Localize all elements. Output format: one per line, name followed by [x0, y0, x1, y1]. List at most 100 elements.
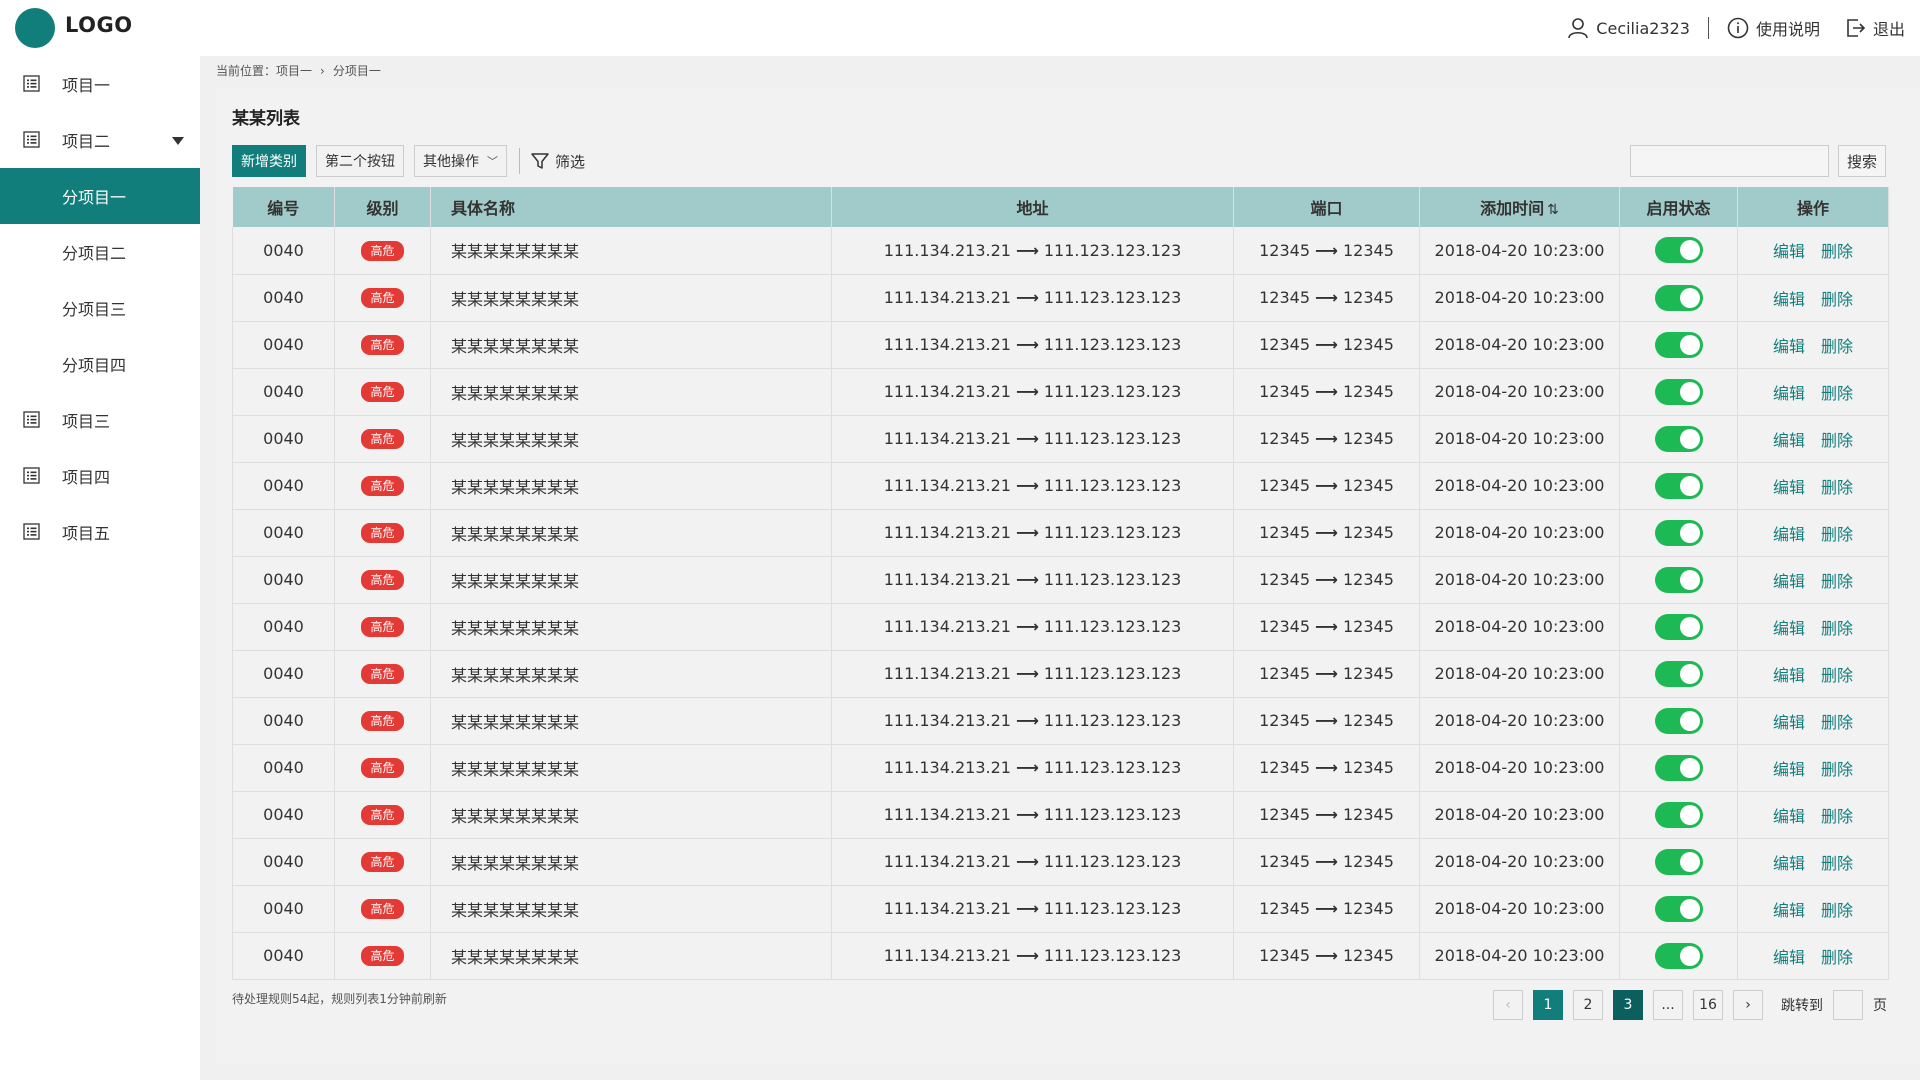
username: Cecilia2323	[1596, 18, 1690, 38]
address-from: 111.134.213.21	[883, 240, 1011, 260]
edit-link[interactable]: 编辑	[1773, 384, 1805, 403]
cell-actions: 编辑 删除	[1737, 368, 1889, 416]
cell-id: 0040	[232, 274, 335, 322]
edit-link[interactable]: 编辑	[1773, 478, 1805, 497]
edit-link[interactable]: 编辑	[1773, 242, 1805, 261]
enable-toggle[interactable]	[1654, 566, 1703, 593]
delete-link[interactable]: 删除	[1821, 807, 1853, 826]
delete-link[interactable]: 删除	[1821, 431, 1853, 450]
sidebar-subitem-3[interactable]: 分项目三	[0, 280, 200, 336]
logout-link[interactable]: 退出	[1844, 16, 1905, 40]
cell-time: 2018-04-20 10:23:00	[1419, 274, 1620, 322]
sidebar-subitem-4[interactable]: 分项目四	[0, 336, 200, 392]
filter-button[interactable]: 筛选	[530, 151, 585, 172]
edit-link[interactable]: 编辑	[1773, 290, 1805, 309]
next-page-button[interactable]: ›	[1733, 990, 1763, 1020]
edit-link[interactable]: 编辑	[1773, 854, 1805, 873]
sidebar-item-project-4[interactable]: 项目四	[0, 448, 200, 504]
enable-toggle[interactable]	[1654, 331, 1703, 358]
page-button[interactable]: 2	[1573, 990, 1603, 1020]
edit-link[interactable]: 编辑	[1773, 525, 1805, 544]
page-ellipsis[interactable]: ...	[1653, 990, 1683, 1020]
edit-link[interactable]: 编辑	[1773, 431, 1805, 450]
cell-id: 0040	[232, 321, 335, 369]
enable-toggle[interactable]	[1654, 801, 1703, 828]
logo-icon	[15, 8, 55, 48]
delete-link[interactable]: 删除	[1821, 760, 1853, 779]
level-badge: 高危	[361, 335, 404, 355]
address-from: 111.134.213.21	[883, 523, 1011, 542]
delete-link[interactable]: 删除	[1821, 242, 1853, 261]
delete-link[interactable]: 删除	[1821, 525, 1853, 544]
prev-page-button[interactable]: ‹	[1493, 990, 1523, 1020]
page-button[interactable]: 1	[1533, 990, 1563, 1020]
port-from: 12345	[1259, 899, 1311, 918]
delete-link[interactable]: 删除	[1821, 337, 1853, 356]
enable-toggle[interactable]	[1654, 472, 1703, 499]
page-button-current[interactable]: 3	[1613, 990, 1643, 1020]
delete-link[interactable]: 删除	[1821, 901, 1853, 920]
cell-status	[1619, 556, 1738, 604]
level-badge: 高危	[361, 570, 404, 590]
sidebar-subitem-2[interactable]: 分项目二	[0, 224, 200, 280]
sort-icon[interactable]: ⇅	[1547, 202, 1559, 218]
second-button[interactable]: 第二个按钮	[316, 145, 404, 177]
sidebar-item-project-2[interactable]: 项目二	[0, 112, 200, 168]
address-from: 111.134.213.21	[883, 617, 1011, 636]
enable-toggle[interactable]	[1654, 942, 1703, 969]
edit-link[interactable]: 编辑	[1773, 666, 1805, 685]
edit-link[interactable]: 编辑	[1773, 760, 1805, 779]
jump-page-input[interactable]	[1833, 990, 1863, 1020]
list-icon	[23, 411, 40, 428]
col-header-time[interactable]: 添加时间 ⇅	[1419, 187, 1620, 227]
cell-actions: 编辑 删除	[1737, 462, 1889, 510]
page-button[interactable]: 16	[1693, 990, 1723, 1020]
search-input[interactable]	[1630, 145, 1829, 177]
sidebar-item-project-3[interactable]: 项目三	[0, 392, 200, 448]
enable-toggle[interactable]	[1654, 613, 1703, 640]
edit-link[interactable]: 编辑	[1773, 807, 1805, 826]
arrow-right-icon: ⟶	[1015, 805, 1039, 824]
port-from: 12345	[1259, 852, 1311, 871]
edit-link[interactable]: 编辑	[1773, 713, 1805, 732]
sidebar-item-project-5[interactable]: 项目五	[0, 504, 200, 560]
delete-link[interactable]: 删除	[1821, 478, 1853, 497]
help-link[interactable]: 使用说明	[1727, 16, 1820, 40]
address-from: 111.134.213.21	[883, 758, 1011, 777]
cell-time: 2018-04-20 10:23:00	[1419, 227, 1620, 275]
search-button[interactable]: 搜索	[1838, 145, 1886, 177]
edit-link[interactable]: 编辑	[1773, 901, 1805, 920]
edit-link[interactable]: 编辑	[1773, 572, 1805, 591]
enable-toggle[interactable]	[1654, 848, 1703, 875]
enable-toggle[interactable]	[1654, 754, 1703, 781]
delete-link[interactable]: 删除	[1821, 948, 1853, 967]
breadcrumb-parent[interactable]: 当前位置：项目一	[216, 62, 312, 79]
enable-toggle[interactable]	[1654, 425, 1703, 452]
delete-link[interactable]: 删除	[1821, 384, 1853, 403]
user-menu[interactable]: Cecilia2323	[1567, 17, 1690, 39]
delete-link[interactable]: 删除	[1821, 619, 1853, 638]
cell-time: 2018-04-20 10:23:00	[1419, 321, 1620, 369]
enable-toggle[interactable]	[1654, 519, 1703, 546]
cell-id: 0040	[232, 650, 335, 698]
enable-toggle[interactable]	[1654, 707, 1703, 734]
delete-link[interactable]: 删除	[1821, 666, 1853, 685]
address-to: 111.123.123.123	[1043, 758, 1182, 777]
sidebar-subitem-1[interactable]: 分项目一	[0, 168, 200, 224]
enable-toggle[interactable]	[1654, 660, 1703, 687]
enable-toggle[interactable]	[1654, 378, 1703, 405]
enable-toggle[interactable]	[1654, 237, 1703, 264]
enable-toggle[interactable]	[1654, 895, 1703, 922]
delete-link[interactable]: 删除	[1821, 572, 1853, 591]
edit-link[interactable]: 编辑	[1773, 948, 1805, 967]
delete-link[interactable]: 删除	[1821, 854, 1853, 873]
edit-link[interactable]: 编辑	[1773, 619, 1805, 638]
sidebar-item-project-1[interactable]: 项目一	[0, 56, 200, 112]
delete-link[interactable]: 删除	[1821, 713, 1853, 732]
edit-link[interactable]: 编辑	[1773, 337, 1805, 356]
add-category-button[interactable]: 新增类别	[232, 145, 306, 177]
delete-link[interactable]: 删除	[1821, 290, 1853, 309]
cell-name: 某某某某某某某某	[430, 838, 832, 886]
other-actions-dropdown[interactable]: 其他操作 ﹀	[414, 145, 507, 177]
enable-toggle[interactable]	[1654, 284, 1703, 311]
